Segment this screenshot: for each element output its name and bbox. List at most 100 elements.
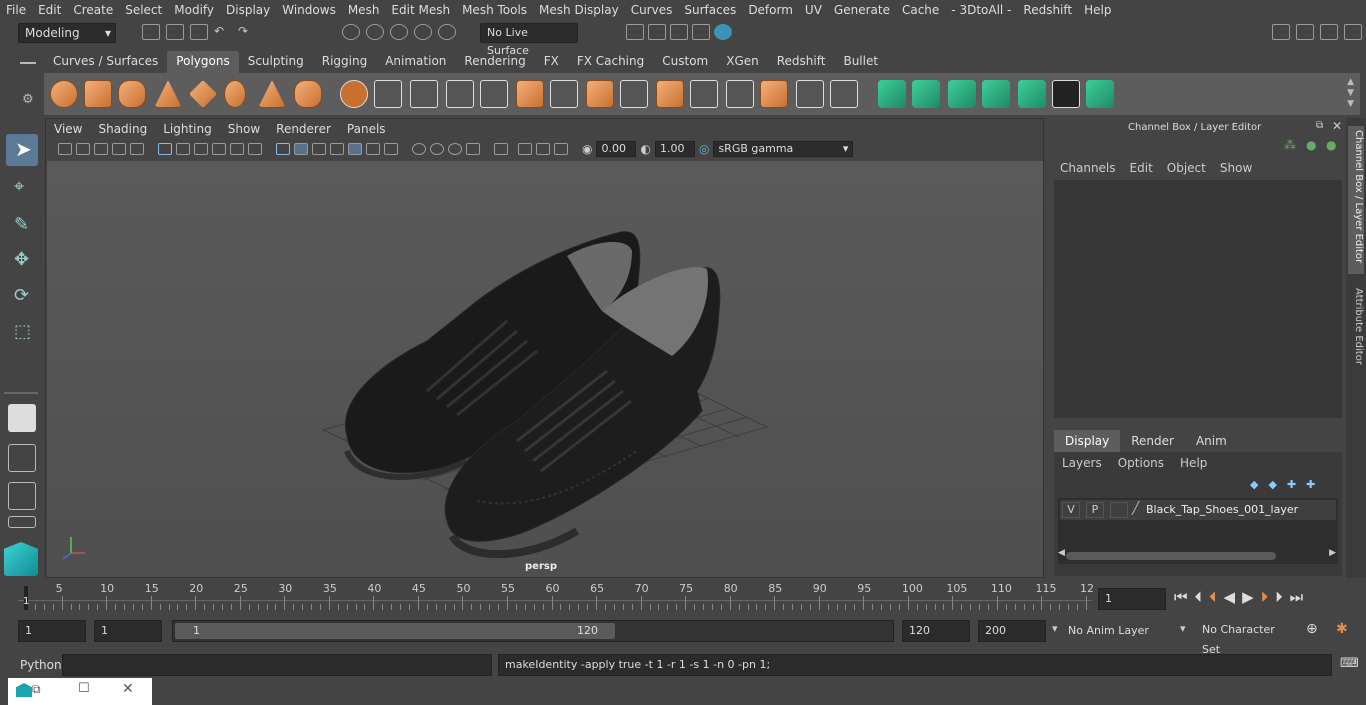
layer-display-type-toggle[interactable] (1110, 502, 1128, 518)
go-to-start-icon[interactable]: ⏮ (1174, 588, 1188, 606)
step-forward-frame-icon[interactable]: ⏵ (1261, 588, 1269, 606)
motion-blur-icon[interactable] (430, 143, 444, 155)
close-icon[interactable]: ✕ (122, 681, 134, 697)
perspective-viewport[interactable]: persp (47, 161, 1043, 577)
character-set-selector[interactable]: No Character Set (1196, 620, 1296, 656)
snap-point-icon[interactable] (390, 24, 408, 40)
snap-surface-icon[interactable] (438, 24, 456, 40)
four-view-layout-icon[interactable] (8, 444, 36, 472)
restore-icon[interactable]: ⧉ (32, 682, 41, 697)
tab-layer-anim[interactable]: Anim (1185, 430, 1238, 452)
menu-help[interactable]: Help (1078, 3, 1117, 17)
play-backward-icon[interactable]: ◀ (1224, 588, 1236, 606)
new-scene-icon[interactable] (142, 24, 160, 40)
new-empty-layer-icon[interactable]: ✚ (1287, 478, 1296, 491)
tab-fx-caching[interactable]: FX Caching (568, 51, 653, 73)
step-back-frame-icon[interactable]: ⏴ (1209, 588, 1217, 606)
step-forward-key-icon[interactable]: ⏵ (1275, 588, 1283, 606)
snap-grid-icon[interactable] (342, 24, 360, 40)
script-editor-icon[interactable]: ⌨ (1340, 656, 1359, 671)
snap-view-icon[interactable] (414, 24, 432, 40)
scene-start-field[interactable]: 1 (18, 620, 86, 642)
playback-end-field[interactable]: 120 (902, 620, 970, 642)
go-to-end-icon[interactable]: ⏭ (1290, 588, 1304, 606)
channel-menu-object[interactable]: Object (1167, 161, 1206, 175)
layer-row[interactable]: V P ╱ Black_Tap_Shoes_001_layer (1060, 500, 1336, 520)
tab-layer-display[interactable]: Display (1054, 430, 1121, 452)
scene-end-field[interactable]: 200 (978, 620, 1046, 642)
tab-redshift[interactable]: Redshift (768, 51, 835, 73)
redo-icon[interactable]: ↷ (238, 24, 256, 40)
viewport-menu-view[interactable]: View (46, 122, 90, 136)
auto-key-icon[interactable]: ⊕ (1306, 621, 1318, 637)
viewport-menu-renderer[interactable]: Renderer (268, 122, 339, 136)
viewport-menu-panels[interactable]: Panels (339, 122, 394, 136)
menu-cache[interactable]: Cache (896, 3, 945, 17)
animation-preferences-icon[interactable]: ✱ (1336, 621, 1348, 637)
play-forward-icon[interactable]: ▶ (1242, 588, 1254, 606)
multicut-icon[interactable] (620, 80, 648, 108)
menu-mesh[interactable]: Mesh (342, 3, 386, 17)
textured-icon[interactable] (330, 143, 344, 155)
color-management-icon[interactable]: ◎ (699, 142, 709, 156)
range-slider-bar[interactable] (175, 623, 615, 639)
range-slider[interactable]: 1 120 (172, 620, 894, 642)
menu-uv[interactable]: UV (799, 3, 828, 17)
xray-active-icon[interactable] (536, 143, 550, 155)
channel-menu-show[interactable]: Show (1220, 161, 1252, 175)
field-chart-icon[interactable] (230, 143, 244, 155)
tab-channel-box-layer-editor[interactable]: Channel Box / Layer Editor (1348, 126, 1364, 274)
target-weld-icon[interactable] (690, 80, 718, 108)
menu-edit-mesh[interactable]: Edit Mesh (385, 3, 456, 17)
tab-curves-surfaces[interactable]: Curves / Surfaces (44, 51, 167, 73)
menu-create[interactable]: Create (67, 3, 119, 17)
uv-checker-icon[interactable] (1052, 80, 1080, 108)
scroll-right-icon[interactable]: ▶ (1329, 548, 1336, 558)
menu-generate[interactable]: Generate (828, 3, 896, 17)
layer-menu-help[interactable]: Help (1180, 456, 1207, 470)
hypershade-icon[interactable] (714, 24, 732, 40)
depth-of-field-icon[interactable] (466, 143, 480, 155)
camera-attributes-icon[interactable] (76, 143, 90, 155)
menu-surfaces[interactable]: Surfaces (678, 3, 742, 17)
lasso-tool-icon[interactable]: ⌖ (6, 172, 38, 204)
node-editor-layout-icon[interactable] (8, 516, 36, 528)
time-slider[interactable]: 5 10 15 20 25 30 35 40 45 50 55 60 65 70 75 80 85 90 95 100… (18, 582, 1094, 612)
viewport-menu-lighting[interactable]: Lighting (155, 122, 220, 136)
layer-visibility-toggle[interactable]: V (1062, 502, 1080, 518)
menu-select[interactable]: Select (119, 3, 168, 17)
channel-menu-edit[interactable]: Edit (1130, 161, 1153, 175)
scroll-left-icon[interactable]: ◀ (1058, 548, 1065, 558)
viewport-menu-show[interactable]: Show (220, 122, 268, 136)
move-tool-icon[interactable]: ✥ (6, 246, 38, 278)
xray-icon[interactable] (348, 143, 362, 155)
command-input[interactable] (62, 654, 492, 676)
menu-mesh-tools[interactable]: Mesh Tools (456, 3, 533, 17)
render-settings-icon[interactable] (692, 24, 710, 40)
film-gate-icon[interactable] (176, 143, 190, 155)
grease-pencil-icon[interactable] (130, 143, 144, 155)
wireframe-on-shaded-icon[interactable] (312, 143, 326, 155)
poly-cube-icon[interactable] (84, 80, 112, 108)
xray-joints-icon[interactable] (518, 143, 532, 155)
menu-windows[interactable]: Windows (276, 3, 342, 17)
select-tool-icon[interactable]: ➤ (6, 134, 38, 166)
layer-menu-layers[interactable]: Layers (1062, 456, 1102, 470)
uv-cylindrical-icon[interactable] (912, 80, 940, 108)
poly-pipe-icon[interactable] (294, 80, 322, 108)
channel-lock-icon[interactable]: ● (1326, 138, 1336, 152)
select-camera-icon[interactable] (58, 143, 72, 155)
combine-icon[interactable] (340, 80, 368, 108)
tab-xgen[interactable]: XGen (717, 51, 768, 73)
move-layer-down-icon[interactable]: ◆ (1268, 478, 1276, 491)
attribute-editor-toggle-icon[interactable] (1296, 24, 1314, 40)
uv-editor-icon[interactable] (1086, 80, 1114, 108)
extract-icon[interactable] (410, 80, 438, 108)
live-surface-field[interactable]: No Live Surface (480, 23, 578, 57)
tab-custom[interactable]: Custom (653, 51, 717, 73)
grid-toggle-icon[interactable] (158, 143, 172, 155)
booleans-icon[interactable] (480, 80, 508, 108)
poly-torus-icon[interactable] (224, 80, 246, 108)
resolution-gate-icon[interactable] (194, 143, 208, 155)
fill-hole-icon[interactable] (726, 80, 754, 108)
